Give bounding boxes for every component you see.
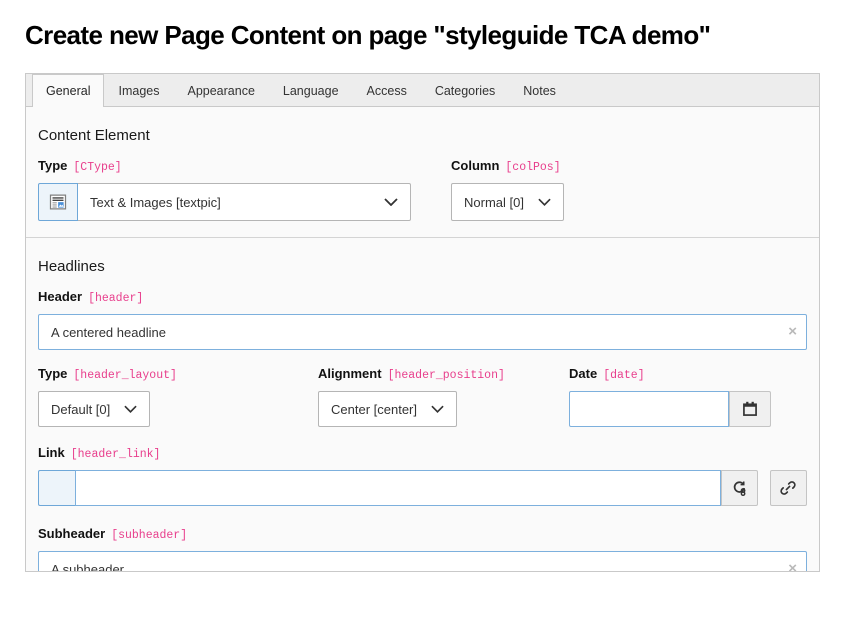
link-icon [779,479,797,497]
header-layout-select-value: Default [0] [51,402,110,417]
date-code-tag: [date] [603,369,644,382]
type-code-tag: [CType] [73,161,121,174]
header-position-select-value: Center [center] [331,402,417,417]
subheader-code-tag: [subheader] [111,529,187,542]
section-heading-headlines: Headlines [38,258,807,275]
link-explanation-toggle-button[interactable] [721,470,757,506]
header-position-label: Alignment [318,366,382,381]
tab-language[interactable]: Language [269,74,353,106]
date-input[interactable] [569,391,729,427]
header-position-code-tag: [header_position] [388,369,505,382]
section-headlines: Headlines Header [header] × Type [header_l… [26,238,819,572]
clear-icon[interactable]: × [788,322,797,342]
chevron-down-icon [124,405,137,413]
chevron-down-icon [431,405,444,413]
header-label: Header [38,289,82,304]
header-input[interactable] [38,314,807,350]
link-type-icon [38,470,75,506]
section-heading-content-element: Content Element [38,127,807,144]
chevron-down-icon [538,198,551,206]
chevron-down-icon [384,198,398,206]
content-element-type-icon [38,183,78,221]
header-code-tag: [header] [88,292,143,305]
tab-images[interactable]: Images [104,74,173,106]
header-position-select[interactable]: Center [center] [318,391,457,427]
calendar-icon [741,400,759,418]
column-code-tag: [colPos] [505,161,560,174]
colpos-select[interactable]: Normal [0] [451,183,564,221]
link-browser-button[interactable] [770,470,807,506]
link-input[interactable] [75,470,721,506]
column-label: Column [451,158,499,173]
subheader-input[interactable] [38,551,807,572]
tab-access[interactable]: Access [353,74,421,106]
header-link-label: Link [38,445,65,460]
tab-categories[interactable]: Categories [421,74,509,106]
clear-icon[interactable]: × [788,559,797,572]
subheader-label: Subheader [38,526,105,541]
colpos-select-value: Normal [0] [464,195,524,210]
header-layout-label: Type [38,366,67,381]
header-layout-select[interactable]: Default [0] [38,391,150,427]
link-toggle-icon [730,479,748,497]
header-link-code-tag: [header_link] [71,448,161,461]
date-picker-button[interactable] [729,391,771,427]
page-title: Create new Page Content on page "stylegu… [25,20,710,51]
date-label: Date [569,366,597,381]
type-label: Type [38,158,67,173]
tab-appearance[interactable]: Appearance [173,74,268,106]
form-panel: General Images Appearance Language Acces… [25,73,820,572]
tab-general[interactable]: General [32,74,104,107]
ctype-select-value: Text & Images [textpic] [90,195,221,210]
header-layout-code-tag: [header_layout] [73,369,177,382]
tab-bar: General Images Appearance Language Acces… [26,74,819,107]
tab-notes[interactable]: Notes [509,74,570,106]
section-content-element: Content Element Type [CType] [26,107,819,238]
ctype-select[interactable]: Text & Images [textpic] [78,183,411,221]
